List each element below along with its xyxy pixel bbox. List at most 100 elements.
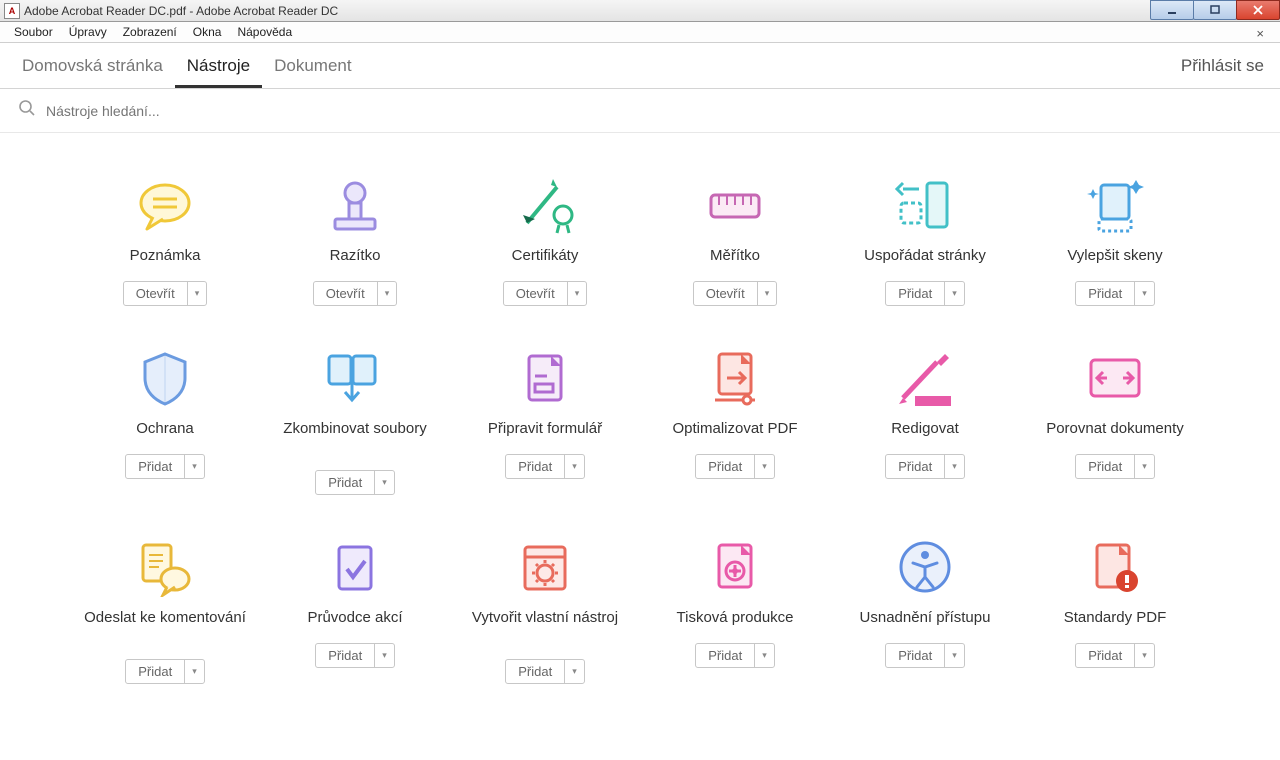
menu-file[interactable]: Soubor xyxy=(6,23,61,41)
tool-compare[interactable]: Porovnat dokumenty Přidat xyxy=(1020,346,1210,495)
tool-action-button[interactable]: Přidat xyxy=(505,454,585,479)
chevron-down-icon[interactable] xyxy=(567,282,587,305)
measure-icon xyxy=(695,173,775,237)
tool-protect[interactable]: OchranaPřidat xyxy=(70,346,260,495)
redact-icon xyxy=(885,346,965,410)
tool-wizard[interactable]: Průvodce akcí Přidat xyxy=(260,535,450,684)
tool-label: Uspořádat stránky xyxy=(864,247,986,269)
tool-enhance[interactable]: Vylepšit skenyPřidat xyxy=(1020,173,1210,306)
window-maximize-button[interactable] xyxy=(1193,0,1237,20)
tool-label: Porovnat dokumenty xyxy=(1046,420,1184,442)
chevron-down-icon[interactable] xyxy=(757,282,777,305)
send-icon xyxy=(125,535,205,599)
tool-action-button[interactable]: Otevřít xyxy=(313,281,398,306)
tool-organize[interactable]: Uspořádat stránky Přidat xyxy=(830,173,1020,306)
tool-access[interactable]: Usnadnění přístupu Přidat xyxy=(830,535,1020,684)
prepare-icon xyxy=(505,346,585,410)
chevron-down-icon[interactable] xyxy=(1134,644,1154,667)
standards-icon xyxy=(1075,535,1155,599)
tool-standards[interactable]: Standardy PDF Přidat xyxy=(1020,535,1210,684)
tool-combine[interactable]: Zkombinovat soubory Přidat xyxy=(260,346,450,495)
top-tabs: Domovská stránka Nástroje Dokument Přihl… xyxy=(0,43,1280,89)
chevron-down-icon[interactable] xyxy=(564,660,584,683)
window-close-button[interactable] xyxy=(1236,0,1280,20)
tool-label: Poznámka xyxy=(130,247,201,269)
tools-search-input[interactable] xyxy=(46,103,446,119)
tool-cert[interactable]: CertifikátyOtevřít xyxy=(450,173,640,306)
tool-action-button[interactable]: Otevřít xyxy=(123,281,208,306)
tool-action-button[interactable]: Přidat xyxy=(695,643,775,668)
tool-send[interactable]: Odeslat ke komentování Přidat xyxy=(70,535,260,684)
tool-label: Redigovat xyxy=(891,420,959,442)
chevron-down-icon[interactable] xyxy=(184,455,204,478)
tool-print[interactable]: Tisková produkcePřidat xyxy=(640,535,830,684)
tool-action-button[interactable]: Přidat xyxy=(1075,454,1155,479)
tool-action-button[interactable]: Přidat xyxy=(125,454,205,479)
tool-label: Měřítko xyxy=(710,247,760,269)
chevron-down-icon[interactable] xyxy=(374,471,394,494)
tool-label: Vytvořit vlastní nástroj xyxy=(472,609,618,647)
tab-tools[interactable]: Nástroje xyxy=(175,43,262,88)
tool-label: Odeslat ke komentování xyxy=(84,609,246,647)
comment-icon xyxy=(125,173,205,237)
chevron-down-icon[interactable] xyxy=(944,644,964,667)
chevron-down-icon[interactable] xyxy=(944,282,964,305)
stamp-icon xyxy=(315,173,395,237)
tool-action-button[interactable]: Přidat xyxy=(885,454,965,479)
tool-label: Usnadnění přístupu xyxy=(860,609,991,631)
chevron-down-icon[interactable] xyxy=(1134,455,1154,478)
tool-action-button[interactable]: Otevřít xyxy=(693,281,778,306)
tool-comment[interactable]: Poznámka Otevřít xyxy=(70,173,260,306)
menu-view[interactable]: Zobrazení xyxy=(115,23,185,41)
document-close-icon[interactable]: × xyxy=(1248,24,1272,43)
tool-action-button[interactable]: Přidat xyxy=(885,643,965,668)
sign-in-link[interactable]: Přihlásit se xyxy=(1181,56,1270,76)
app-icon: A xyxy=(4,3,20,19)
tool-action-button[interactable]: Přidat xyxy=(315,470,395,495)
menu-help[interactable]: Nápověda xyxy=(229,23,300,41)
tool-redact[interactable]: Redigovat Přidat xyxy=(830,346,1020,495)
tool-label: Standardy PDF xyxy=(1064,609,1167,631)
search-icon xyxy=(18,99,36,122)
tool-action-button[interactable]: Přidat xyxy=(1075,281,1155,306)
cert-icon xyxy=(505,173,585,237)
tool-action-button[interactable]: Otevřít xyxy=(503,281,588,306)
tool-action-button[interactable]: Přidat xyxy=(125,659,205,684)
chevron-down-icon[interactable] xyxy=(564,455,584,478)
chevron-down-icon[interactable] xyxy=(374,644,394,667)
protect-icon xyxy=(125,346,205,410)
tool-label: Průvodce akcí xyxy=(307,609,402,631)
tool-prepare[interactable]: Připravit formulář Přidat xyxy=(450,346,640,495)
chevron-down-icon[interactable] xyxy=(377,282,397,305)
chevron-down-icon[interactable] xyxy=(944,455,964,478)
tools-search-bar xyxy=(0,89,1280,133)
tool-stamp[interactable]: Razítko Otevřít xyxy=(260,173,450,306)
tool-action-button[interactable]: Přidat xyxy=(1075,643,1155,668)
tool-action-button[interactable]: Přidat xyxy=(505,659,585,684)
chevron-down-icon[interactable] xyxy=(184,660,204,683)
tool-optimize[interactable]: Optimalizovat PDFPřidat xyxy=(640,346,830,495)
tool-measure[interactable]: Měřítko Otevřít xyxy=(640,173,830,306)
custom-icon xyxy=(505,535,585,599)
tool-action-button[interactable]: Přidat xyxy=(695,454,775,479)
chevron-down-icon[interactable] xyxy=(187,282,207,305)
tool-label: Zkombinovat soubory xyxy=(283,420,426,458)
tab-home[interactable]: Domovská stránka xyxy=(10,43,175,88)
chevron-down-icon[interactable] xyxy=(754,455,774,478)
tool-label: Razítko xyxy=(330,247,381,269)
chevron-down-icon[interactable] xyxy=(1134,282,1154,305)
chevron-down-icon[interactable] xyxy=(754,644,774,667)
tool-action-button[interactable]: Přidat xyxy=(885,281,965,306)
tool-action-button[interactable]: Přidat xyxy=(315,643,395,668)
window-minimize-button[interactable] xyxy=(1150,0,1194,20)
menu-window[interactable]: Okna xyxy=(185,23,230,41)
optimize-icon xyxy=(695,346,775,410)
tools-scroll-area[interactable]: PoznámkaOtevřítRazítkoOtevřítCertifikáty… xyxy=(0,133,1280,760)
window-titlebar: A Adobe Acrobat Reader DC.pdf - Adobe Ac… xyxy=(0,0,1280,22)
organize-icon xyxy=(885,173,965,237)
tool-label: Připravit formulář xyxy=(488,420,602,442)
tool-custom[interactable]: Vytvořit vlastní nástroj Přidat xyxy=(450,535,640,684)
tab-document[interactable]: Dokument xyxy=(262,43,363,88)
menu-edit[interactable]: Úpravy xyxy=(61,23,115,41)
combine-icon xyxy=(315,346,395,410)
